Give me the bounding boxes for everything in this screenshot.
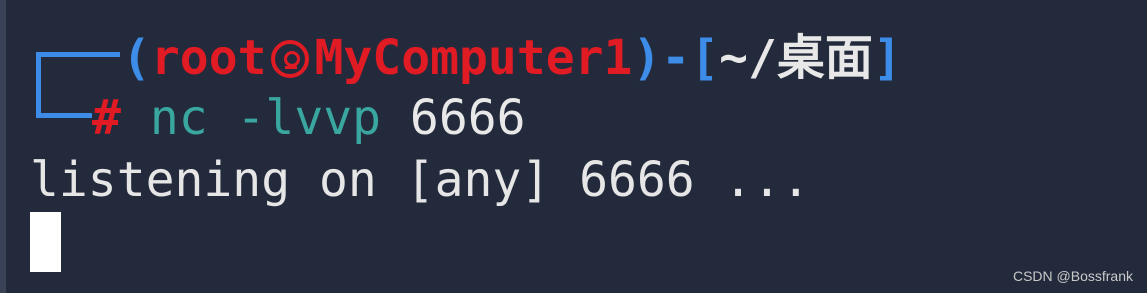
prompt-frame-left: [36, 52, 41, 118]
output-line: listening on [any] 6666 ...: [30, 152, 811, 208]
prompt-open-bracket: [: [690, 30, 720, 86]
command-port: 6666: [409, 90, 526, 146]
terminal-cursor[interactable]: [30, 212, 61, 272]
command-args: -lvvp: [236, 90, 382, 146]
command-line: # nc -lvvp 6666: [92, 88, 526, 148]
watermark: CSDN @Bossfrank: [1012, 268, 1133, 284]
prompt-open-paren: (: [122, 30, 151, 86]
prompt-frame-bottom: [36, 113, 92, 118]
prompt-path: ~/桌面: [719, 30, 873, 86]
prompt-close-bracket: ]: [872, 30, 902, 86]
prompt-hash: #: [92, 90, 121, 146]
terminal-window[interactable]: (root MyComputer1)-[~/桌面] # nc -lvvp 6666…: [0, 0, 1147, 293]
prompt-close-paren: ): [632, 30, 662, 86]
prompt-user: root: [150, 30, 267, 86]
kali-skull-icon: [270, 40, 309, 78]
prompt-host: MyComputer1: [314, 30, 633, 86]
prompt-line: (root MyComputer1)-[~/桌面]: [122, 28, 902, 88]
prompt-frame-top: [36, 52, 120, 57]
window-edge: [0, 0, 6, 293]
prompt-dash: -: [661, 30, 691, 86]
command-name: nc: [149, 90, 208, 146]
